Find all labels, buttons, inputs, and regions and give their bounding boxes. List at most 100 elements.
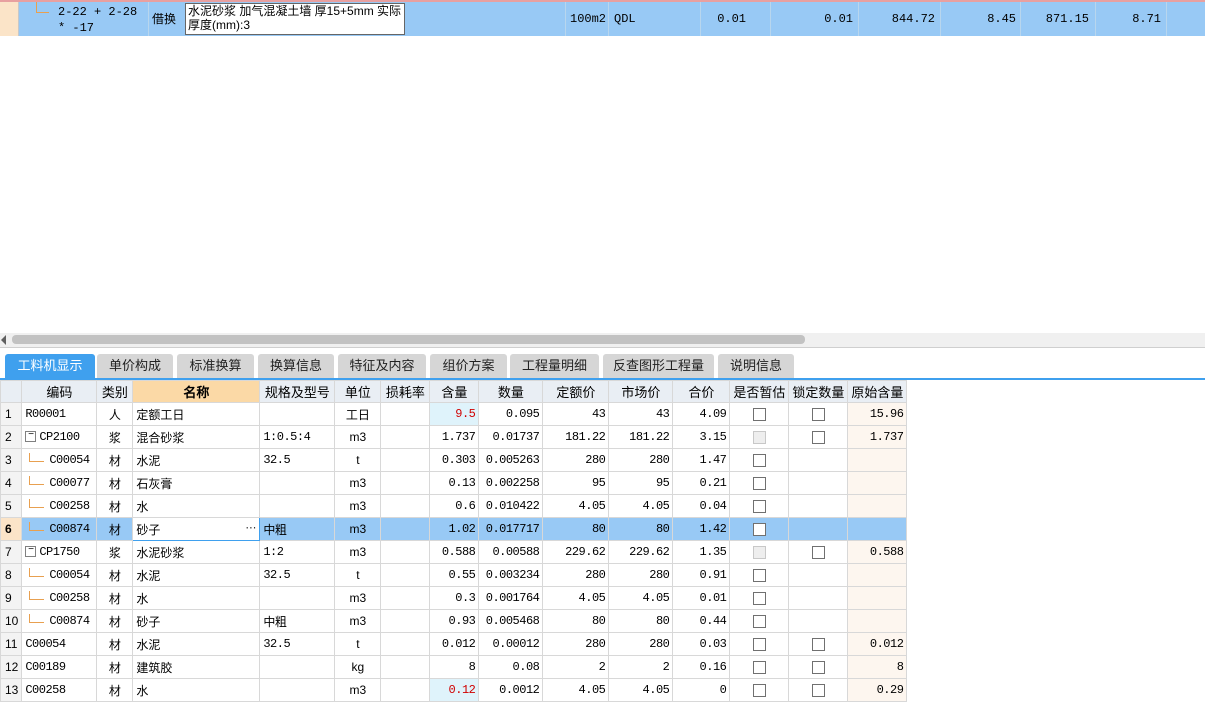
provisional-cell[interactable] — [729, 517, 790, 541]
lock-quantity-cell[interactable] — [788, 609, 849, 633]
unit-cell[interactable]: m3 — [334, 425, 382, 449]
unit-cell[interactable]: m3 — [334, 609, 382, 633]
column-header-name[interactable]: 名称 — [132, 380, 261, 403]
provisional-cell[interactable] — [729, 655, 790, 679]
unit-cell[interactable]: m3 — [334, 517, 382, 541]
content-cell[interactable]: 0.13 — [429, 471, 480, 495]
tab-reverse-check-graphics[interactable]: 反查图形工程量 — [603, 354, 714, 378]
name-cell[interactable]: 水泥 — [132, 563, 261, 587]
category-cell[interactable]: 浆 — [96, 425, 134, 449]
lock-quantity-cell[interactable] — [788, 402, 849, 426]
row-number[interactable]: 7 — [0, 540, 23, 564]
column-header-unit[interactable]: 单位 — [334, 380, 382, 403]
quantity-cell[interactable]: 0.095 — [478, 402, 544, 426]
quota-price-cell[interactable]: 280 — [542, 632, 610, 656]
column-header-quantity[interactable]: 数量 — [478, 380, 544, 403]
top-unit-cell[interactable]: 100m2 — [570, 11, 606, 45]
provisional-cell[interactable] — [729, 448, 790, 472]
lock-quantity-cell[interactable] — [788, 425, 849, 449]
category-cell[interactable]: 材 — [96, 471, 134, 495]
quota-price-cell[interactable]: 280 — [542, 448, 610, 472]
column-header-total[interactable]: 合价 — [672, 380, 731, 403]
quota-price-cell[interactable]: 181.22 — [542, 425, 610, 449]
quota-price-cell[interactable]: 4.05 — [542, 678, 610, 702]
scroll-left-arrow-icon[interactable] — [1, 335, 6, 345]
quota-price-cell[interactable]: 229.62 — [542, 540, 610, 564]
table-row[interactable]: 7 − CP1750 浆水泥砂浆 1:2 m3 0.588 0.00588 229.62 229.… — [0, 540, 908, 564]
table-row[interactable]: 5 C00258 材水 m3 0.6 0.010422 4.05 4.05 0.04 — [0, 494, 908, 518]
table-row[interactable]: 2 − CP2100 浆混合砂浆 1:0.5:4 m3 1.737 0.01737 181.22… — [0, 425, 908, 449]
lock-quantity-cell[interactable] — [788, 517, 849, 541]
checkbox[interactable] — [752, 592, 766, 606]
market-price-cell[interactable]: 80 — [608, 517, 674, 541]
total-cell[interactable]: 0.04 — [672, 494, 731, 518]
spec-cell[interactable] — [259, 494, 336, 518]
tab-pricing-scheme[interactable]: 组价方案 — [430, 354, 507, 378]
unit-cell[interactable]: m3 — [334, 471, 382, 495]
table-row[interactable]: 6 C00874 材砂子 ⋯ 中粗 m3 1.02 0.017717 80 80 1.42 — [0, 517, 908, 541]
lock-quantity-cell[interactable] — [788, 655, 849, 679]
name-cell[interactable]: 定额工日 — [132, 402, 261, 426]
provisional-cell[interactable] — [729, 632, 790, 656]
code-cell[interactable]: C00054 — [21, 448, 98, 472]
top-code-cell[interactable]: 2-22 + 2-28 * -17 — [58, 4, 146, 38]
total-cell[interactable]: 0 — [672, 678, 731, 702]
table-row[interactable]: 1 R00001 人定额工日 工日 9.5 0.095 43 43 4.09 15.96 — [0, 402, 908, 426]
content-cell[interactable]: 0.6 — [429, 494, 480, 518]
table-row[interactable]: 11 C00054 材水泥 32.5 t 0.012 0.00012 280 280 0.03 0.… — [0, 632, 908, 656]
row-number[interactable]: 2 — [0, 425, 23, 449]
category-cell[interactable]: 浆 — [96, 540, 134, 564]
category-cell[interactable]: 材 — [96, 655, 134, 679]
quantity-cell[interactable]: 0.003234 — [478, 563, 544, 587]
row-number[interactable]: 8 — [0, 563, 23, 587]
total-cell[interactable]: 4.09 — [672, 402, 731, 426]
total-cell[interactable]: 0.16 — [672, 655, 731, 679]
tab-unit-price-composition[interactable]: 单价构成 — [97, 354, 173, 378]
loss-rate-cell[interactable] — [380, 425, 431, 449]
total-cell[interactable]: 1.35 — [672, 540, 731, 564]
unit-cell[interactable]: m3 — [334, 678, 382, 702]
quantity-cell[interactable]: 0.00012 — [478, 632, 544, 656]
provisional-cell[interactable] — [729, 494, 790, 518]
name-cell[interactable]: 水泥 — [132, 448, 261, 472]
checkbox[interactable] — [811, 638, 825, 652]
row-number[interactable]: 3 — [0, 448, 23, 472]
row-number[interactable]: 12 — [0, 655, 23, 679]
unit-cell[interactable]: m3 — [334, 586, 382, 610]
loss-rate-cell[interactable] — [380, 563, 431, 587]
table-row[interactable]: 12 C00189 材建筑胶 kg 8 0.08 2 2 0.16 8 — [0, 655, 908, 679]
collapse-icon[interactable]: − — [25, 431, 37, 443]
table-row[interactable]: 9 C00258 材水 m3 0.3 0.001764 4.05 4.05 0.01 — [0, 586, 908, 610]
name-cell[interactable]: 水 — [132, 494, 261, 518]
code-cell[interactable]: C00258 — [21, 678, 98, 702]
unit-cell[interactable]: kg — [334, 655, 382, 679]
category-cell[interactable]: 材 — [96, 563, 134, 587]
lock-quantity-cell[interactable] — [788, 494, 849, 518]
checkbox[interactable] — [752, 638, 766, 652]
unit-cell[interactable]: m3 — [334, 494, 382, 518]
spec-cell[interactable]: 中粗 — [259, 517, 336, 541]
category-cell[interactable]: 材 — [96, 609, 134, 633]
checkbox[interactable] — [752, 615, 766, 629]
code-cell[interactable]: − CP2100 — [21, 425, 98, 449]
checkbox[interactable] — [811, 684, 825, 698]
category-cell[interactable]: 材 — [96, 632, 134, 656]
provisional-cell[interactable] — [729, 402, 790, 426]
code-cell[interactable]: C00077 — [21, 471, 98, 495]
market-price-cell[interactable]: 4.05 — [608, 586, 674, 610]
loss-rate-cell[interactable] — [380, 632, 431, 656]
spec-cell[interactable]: 32.5 — [259, 448, 336, 472]
column-header-spec[interactable]: 规格及型号 — [259, 380, 336, 403]
column-header-lock-quantity[interactable]: 锁定数量 — [788, 380, 849, 403]
loss-rate-cell[interactable] — [380, 678, 431, 702]
provisional-cell[interactable] — [729, 609, 790, 633]
top-qty-expr-cell[interactable]: QDL — [614, 11, 636, 45]
spec-cell[interactable]: 32.5 — [259, 563, 336, 587]
code-cell[interactable]: C00189 — [21, 655, 98, 679]
quantity-cell[interactable]: 0.017717 — [478, 517, 544, 541]
top-value-cell[interactable]: 0.01 — [790, 11, 853, 45]
quantity-cell[interactable]: 0.010422 — [478, 494, 544, 518]
quantity-cell[interactable]: 0.00588 — [478, 540, 544, 564]
spec-cell[interactable]: 中粗 — [259, 609, 336, 633]
lock-quantity-cell[interactable] — [788, 586, 849, 610]
